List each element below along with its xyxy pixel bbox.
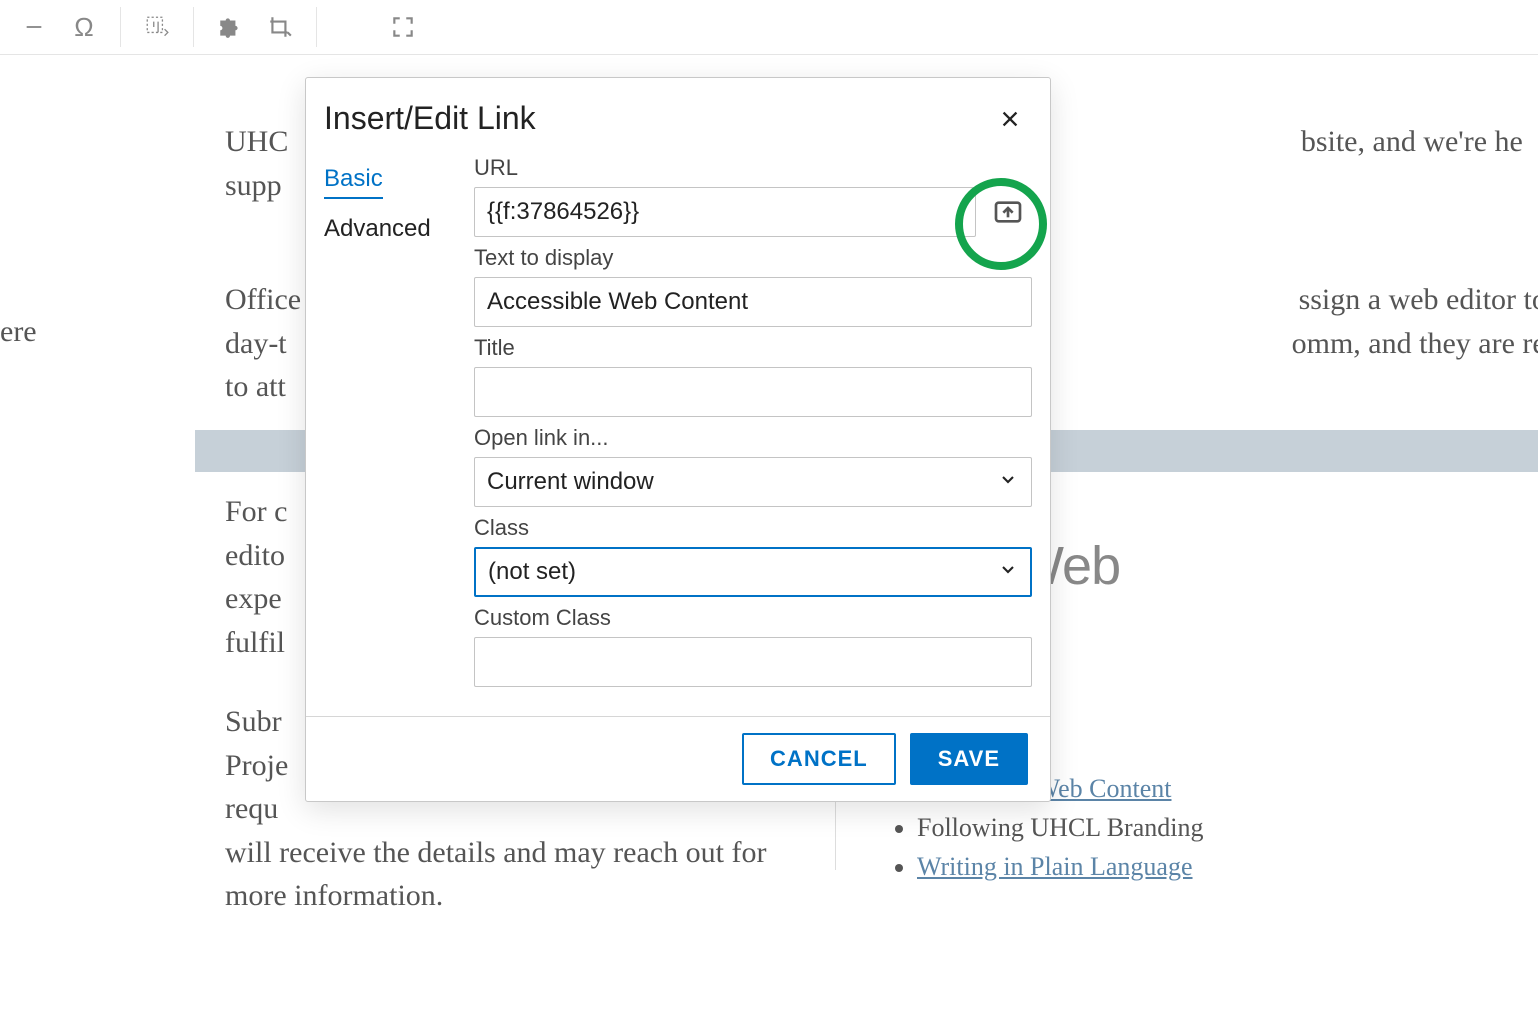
- fullscreen-icon[interactable]: [389, 13, 417, 41]
- separator: [193, 7, 194, 47]
- dialog-header: Insert/Edit Link: [306, 78, 1050, 145]
- separator: [120, 7, 121, 47]
- crop-icon[interactable]: [266, 13, 294, 41]
- dialog-form: URL Text to display Title Open link in..…: [474, 153, 1032, 716]
- bg-ere-text: ere: [0, 310, 37, 354]
- url-label: URL: [474, 155, 1032, 181]
- list-item: Writing in Plain Language: [917, 847, 1518, 886]
- url-input[interactable]: [474, 187, 976, 237]
- puzzle-icon[interactable]: [216, 13, 244, 41]
- text-label: Text to display: [474, 245, 1032, 271]
- dialog-tabs: Basic Advanced: [324, 153, 474, 716]
- open-link-value: Current window: [487, 468, 654, 496]
- title-input[interactable]: [474, 367, 1032, 417]
- class-value: (not set): [488, 558, 576, 586]
- link-plainlang[interactable]: Writing in Plain Language: [917, 852, 1193, 881]
- list-item: Following UHCL Branding: [917, 808, 1518, 847]
- title-label: Title: [474, 335, 1032, 361]
- class-label: Class: [474, 515, 1032, 541]
- cancel-button[interactable]: CANCEL: [742, 733, 896, 785]
- paragraph-direction-icon[interactable]: [143, 13, 171, 41]
- open-link-select[interactable]: Current window: [474, 457, 1032, 507]
- insert-link-dialog: Insert/Edit Link Basic Advanced URL Text…: [305, 77, 1051, 802]
- save-button[interactable]: SAVE: [910, 733, 1028, 785]
- dialog-title: Insert/Edit Link: [324, 100, 536, 137]
- dialog-body: Basic Advanced URL Text to display Title…: [306, 145, 1050, 716]
- text-input[interactable]: [474, 277, 1032, 327]
- tab-basic[interactable]: Basic: [324, 161, 383, 199]
- browse-icon: [992, 196, 1024, 228]
- link-branding: Following UHCL Branding: [917, 813, 1203, 842]
- close-icon: [999, 108, 1021, 130]
- minus-icon[interactable]: [20, 13, 48, 41]
- browse-files-button[interactable]: [984, 188, 1032, 236]
- open-label: Open link in...: [474, 425, 1032, 451]
- custom-class-input[interactable]: [474, 637, 1032, 687]
- tab-advanced[interactable]: Advanced: [324, 211, 474, 247]
- close-button[interactable]: [996, 105, 1024, 133]
- class-select[interactable]: (not set): [474, 547, 1032, 597]
- omega-icon[interactable]: Ω: [70, 13, 98, 41]
- editor-toolbar: Ω: [0, 0, 1538, 55]
- separator: [316, 7, 317, 47]
- dialog-footer: CANCEL SAVE: [306, 716, 1050, 801]
- custom-class-label: Custom Class: [474, 605, 1032, 631]
